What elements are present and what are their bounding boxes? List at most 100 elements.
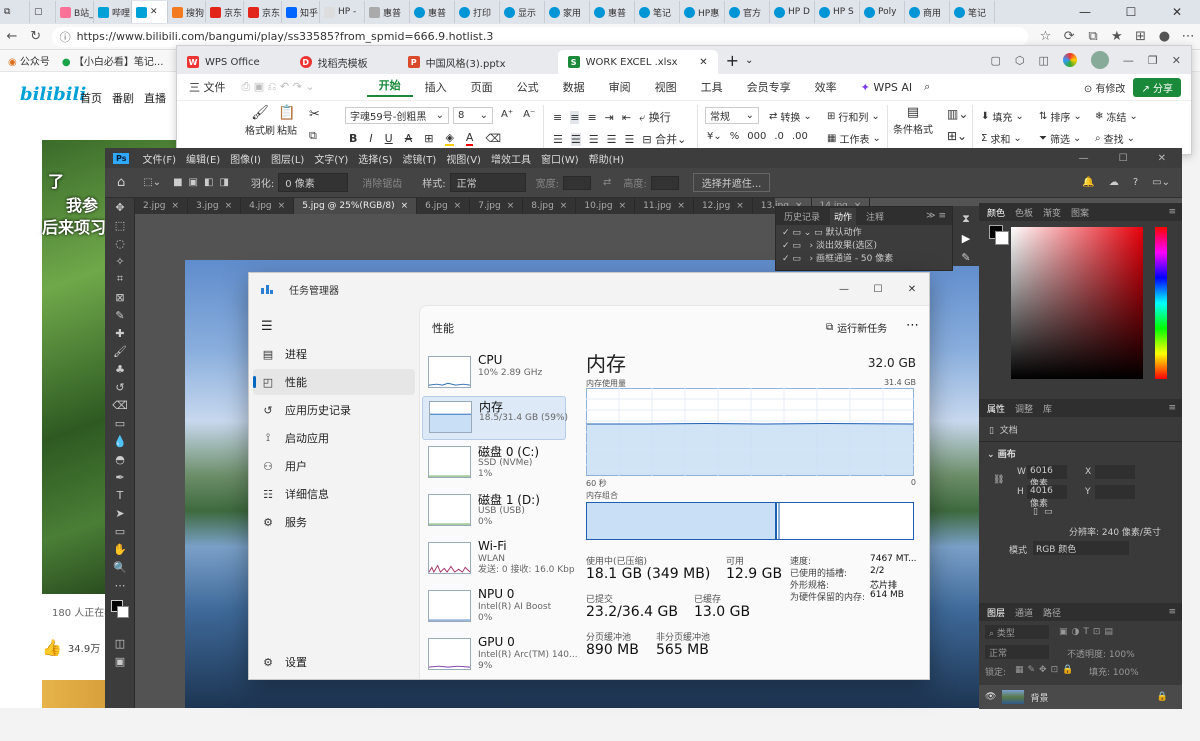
align-left-icon[interactable]: ☰ [553, 133, 563, 146]
table-style-icon[interactable]: ⊞⌄ [947, 129, 967, 143]
resource-gpu[interactable]: GPU 0 Intel(R) Arc(TM) 140... 9% [422, 634, 578, 678]
new-tab-icon[interactable]: + [726, 51, 739, 70]
select-and-mask-button[interactable]: 选择并遮住... [692, 173, 771, 192]
browser-tab[interactable]: B站_ [56, 1, 94, 23]
hamburger-menu-icon[interactable]: ☰ [261, 319, 273, 334]
ps-menu-view[interactable]: 视图(V) [441, 151, 486, 166]
extensions-icon[interactable]: ⟳ [1057, 29, 1081, 44]
eraser-icon[interactable]: ⌫ [485, 132, 501, 145]
history-panel-icon[interactable]: ⧗ [953, 206, 979, 226]
orientation-icons[interactable]: ▯▭ [1033, 507, 1058, 517]
outdent-icon[interactable]: ⇤ [622, 111, 631, 124]
resource-disk-1[interactable]: 磁盘 1 (D:) USB (USB) 0% [422, 490, 566, 534]
tab-gradients[interactable]: 渐变 [1043, 206, 1061, 219]
doc-tab[interactable]: 8.jpg × [523, 198, 577, 214]
browser-tab[interactable]: 笔记 [635, 1, 680, 23]
number-format-select[interactable]: 常规 ⌄ [705, 107, 759, 124]
menu-page[interactable]: 页面 [459, 79, 505, 95]
tab-properties[interactable]: 属性 [987, 402, 1005, 415]
cloud-icon[interactable]: ☁ [1109, 177, 1119, 188]
font-grow-icon[interactable]: A⁺ [501, 109, 513, 120]
eraser-tool-icon[interactable]: ⌫ [105, 396, 135, 414]
ps-menu-help[interactable]: 帮助(H) [584, 151, 629, 166]
url-input[interactable]: ⓘ https://www.bilibili.com/bangumi/play/… [51, 26, 1028, 47]
resource-npu[interactable]: NPU 0 Intel(R) AI Boost 0% [422, 586, 566, 630]
profile-avatar-icon[interactable]: ● [1152, 29, 1176, 44]
doc-tab[interactable]: 12.jpg × [694, 198, 753, 214]
menu-review[interactable]: 审阅 [597, 79, 643, 95]
workspace-icon[interactable]: ▭⌄ [1152, 177, 1170, 188]
close-icon[interactable]: ✕ [150, 7, 158, 17]
zoom-tool-icon[interactable]: 🔍 [105, 558, 135, 576]
close-icon[interactable]: ✕ [1172, 54, 1181, 67]
doc-tab[interactable]: 6.jpg × [417, 198, 471, 214]
menu-file[interactable]: 三 文件 [177, 79, 238, 95]
menu-insert[interactable]: 插入 [413, 79, 459, 95]
split-screen-icon[interactable]: ⧉ [1081, 29, 1105, 44]
font-family-select[interactable]: 字魂59号-创粗黑 ⌄ [345, 107, 449, 124]
antialias-checkbox[interactable]: 消除锯齿 [362, 175, 402, 190]
browser-tab[interactable]: 京东 [244, 1, 282, 23]
tab-swatches[interactable]: 色板 [1015, 206, 1033, 219]
blend-mode-select[interactable]: 正常 [985, 645, 1049, 659]
browser-tab[interactable]: 官方 [725, 1, 770, 23]
doc-tab[interactable]: 7.jpg × [470, 198, 524, 214]
thousands-icon[interactable]: 000 [747, 131, 766, 142]
menu-data[interactable]: 数据 [551, 79, 597, 95]
underline-icon[interactable]: U [385, 132, 393, 145]
more-options-icon[interactable]: ⋯ [906, 318, 919, 333]
ps-menu-plugins[interactable]: 增效工具 [486, 151, 536, 166]
align-bottom-icon[interactable]: ≡ [587, 111, 596, 124]
stamp-tool-icon[interactable]: ♣ [105, 360, 135, 378]
close-icon[interactable]: ✕ [895, 284, 929, 295]
ps-menu-layer[interactable]: 图层(L) [266, 151, 309, 166]
style-select[interactable]: 正常 [449, 173, 526, 192]
currency-icon[interactable]: ¥⌄ [707, 131, 722, 142]
nav-users[interactable]: ⚇ 用户 [253, 453, 415, 479]
browser-tab[interactable]: 搜狗 [168, 1, 206, 23]
doc-tab-active[interactable]: 5.jpg @ 25%(RGB/8) × [294, 198, 418, 214]
ps-menu-type[interactable]: 文字(Y) [309, 151, 353, 166]
nav-home[interactable]: 首页 [80, 90, 102, 106]
frame-tool-icon[interactable]: ⊠ [105, 288, 135, 306]
type-tool-icon[interactable]: T [105, 486, 135, 504]
hand-tool-icon[interactable]: ✋ [105, 540, 135, 558]
convert-button[interactable]: ⇄ 转换 ⌄ [769, 109, 812, 124]
doc-tab[interactable]: 10.jpg × [576, 198, 636, 214]
tab-history[interactable]: 历史记录 [784, 210, 820, 223]
minimize-icon[interactable]: — [1123, 54, 1134, 67]
feather-input[interactable]: 0 像素 [278, 173, 349, 192]
restore-icon[interactable]: ❐ [1148, 54, 1158, 67]
gradient-tool-icon[interactable]: ▭ [105, 414, 135, 432]
tab-actions[interactable]: 动作 [830, 207, 857, 225]
background-color-swatch[interactable] [117, 606, 129, 618]
wrap-text-button[interactable]: ⤶ 换行 [639, 109, 671, 125]
lasso-tool-icon[interactable]: ◌ [105, 234, 135, 252]
tab-channels[interactable]: 通道 [1015, 606, 1033, 619]
distribute-icon[interactable]: ☰ [625, 133, 635, 146]
ps-menu-file[interactable]: 文件(F) [137, 151, 181, 166]
canvas-x-input[interactable] [1095, 465, 1135, 479]
nav-services[interactable]: ⚙ 服务 [253, 509, 415, 535]
history-brush-icon[interactable]: ↺ [105, 378, 135, 396]
canvas-height-input[interactable]: 4016 像素 [1027, 485, 1067, 509]
selection-mode-icons[interactable]: ■▣◧◨ [167, 177, 241, 188]
nav-performance[interactable]: ◰ 性能 [253, 369, 415, 395]
browser-tab[interactable]: HP S [815, 1, 860, 23]
close-icon[interactable]: × [454, 201, 462, 211]
menu-efficiency[interactable]: 效率 [803, 79, 849, 95]
notification-icon[interactable]: 🔔 [1082, 177, 1094, 188]
marquee-tool-icon[interactable]: ⬚⌄ [137, 177, 167, 188]
browser-tab[interactable]: HP D [770, 1, 815, 23]
home-icon[interactable]: ⌂ [105, 175, 137, 190]
resource-disk-0[interactable]: 磁盘 0 (C:) SSD (NVMe) 1% [422, 442, 566, 486]
font-size-select[interactable]: 8 ⌄ [453, 107, 493, 124]
workspaces-icon[interactable]: ⧉ [0, 1, 30, 23]
row-col-button[interactable]: ⊞ 行和列 ⌄ [827, 109, 880, 124]
maximize-icon[interactable]: ☐ [1108, 0, 1154, 24]
browser-tab[interactable]: 哔哩 [94, 1, 132, 23]
layer-filter-icons[interactable]: ▣◑T⊡▤ [1059, 627, 1117, 637]
actions-panel-icon[interactable]: ▶ [953, 226, 979, 245]
browser-tab[interactable]: 京东 [206, 1, 244, 23]
wps-tab-home[interactable]: W WPS Office [177, 50, 270, 74]
